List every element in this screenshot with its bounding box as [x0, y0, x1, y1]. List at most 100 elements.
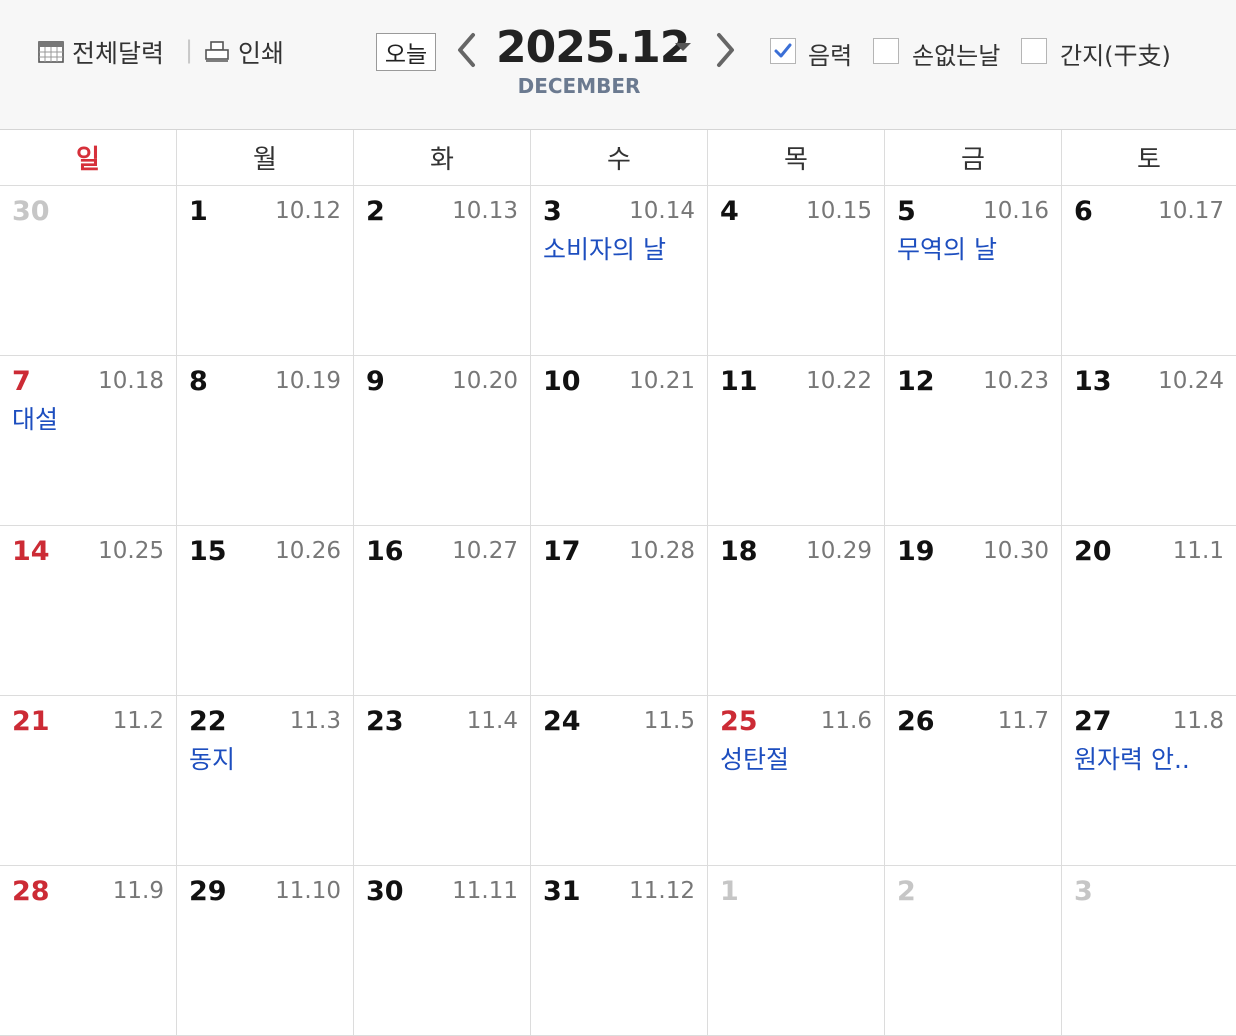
day-cell[interactable]: 11 10.22	[708, 356, 885, 525]
day-cell[interactable]: 9 10.20	[354, 356, 531, 525]
event-label[interactable]: 무역의 날	[897, 230, 997, 266]
day-cell[interactable]: 5 10.16 무역의 날	[885, 186, 1062, 355]
day-cell[interactable]: 21 11.2	[0, 696, 177, 865]
event-label[interactable]: 원자력 안..	[1074, 740, 1190, 776]
print-button[interactable]: 인쇄	[204, 34, 284, 70]
day-cell[interactable]: 8 10.19	[177, 356, 354, 525]
lunar-date: 10.29	[806, 538, 872, 564]
week-row: 7 10.18 대설 8 10.19 9 10.20 10 10.21 11 10.22 12 10.2…	[0, 356, 1236, 526]
lunar-date: 10.23	[983, 368, 1049, 394]
day-cell[interactable]: 20 11.1	[1062, 526, 1236, 695]
print-label: 인쇄	[238, 39, 285, 68]
full-calendar-button[interactable]: 전체달력	[38, 34, 164, 70]
chevron-right-icon[interactable]	[714, 30, 738, 70]
day-cell[interactable]: 30	[0, 186, 177, 355]
lunar-date: 10.14	[629, 198, 695, 224]
weekday-sun: 일	[0, 130, 177, 185]
calendar-toolbar: 전체달력 | 인쇄 오늘 2025.12 DECEMBER 음력 손없는날 간지…	[0, 0, 1236, 130]
day-number: 14	[12, 536, 50, 567]
lunar-checkbox[interactable]	[770, 38, 796, 64]
day-cell[interactable]: 17 10.28	[531, 526, 708, 695]
week-rows: 30 1 10.12 2 10.13 3 10.14 소비자의 날 4 10.15 5 10.16 무역…	[0, 186, 1236, 1036]
week-row: 28 11.9 29 11.10 30 11.11 31 11.12 1 2 3	[0, 866, 1236, 1036]
event-label[interactable]: 소비자의 날	[543, 230, 666, 266]
day-number: 16	[366, 536, 404, 567]
lunar-date: 10.26	[275, 538, 341, 564]
day-number: 25	[720, 706, 758, 737]
lunar-date: 11.4	[466, 708, 518, 734]
day-cell[interactable]: 19 10.30	[885, 526, 1062, 695]
lucky-day-checkbox[interactable]	[873, 38, 899, 64]
day-cell[interactable]: 12 10.23	[885, 356, 1062, 525]
lunar-date: 10.30	[983, 538, 1049, 564]
weekday-mon: 월	[177, 130, 354, 185]
lucky-day-option-label[interactable]: 손없는날	[912, 36, 1000, 71]
ganji-option-label[interactable]: 간지(干支)	[1060, 36, 1171, 71]
day-cell[interactable]: 7 10.18 대설	[0, 356, 177, 525]
lunar-date: 10.19	[275, 368, 341, 394]
calendar-grid-icon	[38, 41, 64, 63]
lunar-date: 10.28	[629, 538, 695, 564]
day-cell[interactable]: 2 10.13	[354, 186, 531, 355]
day-number: 1	[720, 876, 739, 907]
weekday-tue: 화	[354, 130, 531, 185]
day-cell[interactable]: 10 10.21	[531, 356, 708, 525]
day-number: 2	[366, 196, 385, 227]
day-cell[interactable]: 14 10.25	[0, 526, 177, 695]
month-subtitle: DECEMBER	[517, 74, 641, 98]
day-number: 6	[1074, 196, 1093, 227]
month-title[interactable]: 2025.12	[496, 22, 690, 74]
day-cell[interactable]: 15 10.26	[177, 526, 354, 695]
day-number: 30	[12, 196, 50, 227]
day-number: 1	[189, 196, 208, 227]
day-number: 17	[543, 536, 581, 567]
day-number: 10	[543, 366, 581, 397]
day-cell[interactable]: 16 10.27	[354, 526, 531, 695]
lunar-date: 10.16	[983, 198, 1049, 224]
day-cell[interactable]: 1	[708, 866, 885, 1035]
lunar-date: 11.6	[820, 708, 872, 734]
day-cell[interactable]: 13 10.24	[1062, 356, 1236, 525]
lunar-date: 10.17	[1158, 198, 1224, 224]
lunar-date: 11.1	[1172, 538, 1224, 564]
day-cell[interactable]: 29 11.10	[177, 866, 354, 1035]
today-button[interactable]: 오늘	[376, 33, 436, 71]
day-number: 24	[543, 706, 581, 737]
ganji-checkbox[interactable]	[1021, 38, 1047, 64]
day-cell[interactable]: 18 10.29	[708, 526, 885, 695]
day-cell[interactable]: 28 11.9	[0, 866, 177, 1035]
day-cell[interactable]: 23 11.4	[354, 696, 531, 865]
day-number: 7	[12, 366, 31, 397]
day-cell[interactable]: 30 11.11	[354, 866, 531, 1035]
printer-icon	[205, 41, 229, 62]
event-label[interactable]: 대설	[12, 400, 58, 436]
day-number: 22	[189, 706, 227, 737]
event-label[interactable]: 성탄절	[720, 740, 789, 776]
lunar-date: 11.2	[112, 708, 164, 734]
day-cell[interactable]: 25 11.6 성탄절	[708, 696, 885, 865]
day-cell[interactable]: 4 10.15	[708, 186, 885, 355]
day-cell[interactable]: 3	[1062, 866, 1236, 1035]
lunar-option-label[interactable]: 음력	[808, 36, 852, 71]
day-cell[interactable]: 24 11.5	[531, 696, 708, 865]
day-cell[interactable]: 26 11.7	[885, 696, 1062, 865]
day-cell[interactable]: 2	[885, 866, 1062, 1035]
day-number: 23	[366, 706, 404, 737]
day-cell[interactable]: 22 11.3 동지	[177, 696, 354, 865]
day-number: 30	[366, 876, 404, 907]
full-calendar-label: 전체달력	[72, 39, 165, 68]
day-cell[interactable]: 3 10.14 소비자의 날	[531, 186, 708, 355]
day-cell[interactable]: 6 10.17	[1062, 186, 1236, 355]
day-number: 3	[1074, 876, 1093, 907]
weekday-wed: 수	[531, 130, 708, 185]
lunar-date: 10.25	[98, 538, 164, 564]
event-label[interactable]: 동지	[189, 740, 235, 776]
day-cell[interactable]: 1 10.12	[177, 186, 354, 355]
chevron-left-icon[interactable]	[454, 30, 478, 70]
lunar-date: 10.24	[1158, 368, 1224, 394]
day-number: 2	[897, 876, 916, 907]
day-cell[interactable]: 31 11.12	[531, 866, 708, 1035]
day-cell[interactable]: 27 11.8 원자력 안..	[1062, 696, 1236, 865]
weekday-sat: 토	[1137, 145, 1161, 175]
caret-down-icon[interactable]	[674, 42, 692, 52]
